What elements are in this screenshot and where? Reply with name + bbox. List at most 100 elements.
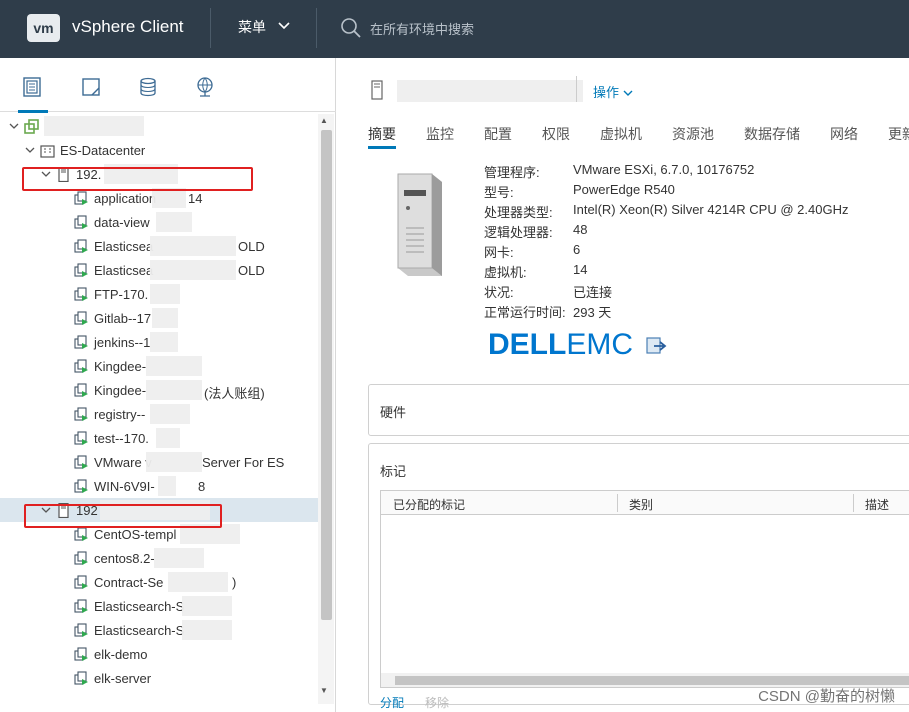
property-value: 已连接 <box>573 285 613 300</box>
property-key: 虚拟机: <box>484 265 527 280</box>
redaction-patch <box>44 116 144 136</box>
tree-item-datacenter[interactable]: ES-Datacenter <box>0 138 318 162</box>
redaction-patch <box>182 620 232 640</box>
column-divider[interactable] <box>617 494 618 512</box>
tree-item-label-suffix: ) <box>232 575 237 590</box>
chevron-down-icon[interactable] <box>24 144 36 156</box>
tree-item-label: Elasticsearch-S <box>94 599 185 614</box>
tree-item-label: jenkins--1 <box>94 335 151 350</box>
redaction-patch <box>152 188 186 208</box>
tree-item-vm[interactable]: Kingdee- (法人账组) <box>0 378 318 402</box>
search-icon[interactable] <box>340 17 362 42</box>
vm-powered-on-icon <box>74 215 89 230</box>
dell-emc-logo: DELLEMC <box>488 328 669 364</box>
tree-item-vm[interactable]: elk-demo <box>0 642 318 666</box>
host-icon <box>371 80 383 103</box>
redaction-patch <box>182 596 232 616</box>
tree-item-label: test--170. <box>94 431 149 446</box>
redaction-patch <box>156 212 192 232</box>
tree-item-label: WIN-6V9I- <box>94 479 155 494</box>
tree-item-label: FTP-170. <box>94 287 149 302</box>
tree-item-label: centos8.2- <box>94 551 155 566</box>
tree-item-vm[interactable]: centos8.2- <box>0 546 318 570</box>
tree-item-label: Elasticsea <box>94 263 154 278</box>
actions-label: 操作 <box>593 85 620 100</box>
navigator-panel: ES-Datacenter 192. application 14 data-view E… <box>0 58 336 712</box>
vmware-logo[interactable]: vm <box>27 14 60 42</box>
scroll-down-arrow-icon[interactable]: ▼ <box>320 686 328 695</box>
tab-7[interactable]: 网络 <box>830 124 858 144</box>
tree-item-label: Elasticsearch-S <box>94 623 185 638</box>
main-content: 操作 摘要 监控 配置 权限 虚拟机 资源池 数据存储 网络 更新 管理程序: VMware ES… <box>337 58 909 712</box>
property-value: 14 <box>573 262 588 277</box>
tree-item-label: CentOS-templ <box>94 527 177 542</box>
column-divider[interactable] <box>853 494 854 512</box>
chevron-down-icon[interactable] <box>8 120 20 132</box>
navigator-tabs <box>0 58 336 113</box>
redaction-patch <box>154 548 204 568</box>
tree-item-vm[interactable]: FTP-170. <box>0 282 318 306</box>
property-key: 处理器类型: <box>484 205 553 220</box>
storage-icon[interactable] <box>137 76 161 100</box>
hardware-panel[interactable]: 硬件 <box>368 384 909 436</box>
redaction-patch <box>150 332 178 352</box>
object-tabs: 摘要 监控 配置 权限 虚拟机 资源池 数据存储 网络 更新 <box>337 120 909 150</box>
column-category[interactable]: 类别 <box>629 496 653 513</box>
tab-3[interactable]: 权限 <box>542 124 570 144</box>
app-title[interactable]: vSphere Client <box>72 17 184 37</box>
tree-item-vm[interactable]: Contract-Se) <box>0 570 318 594</box>
redaction-patch <box>146 452 202 472</box>
networking-icon[interactable] <box>194 76 218 100</box>
tree-item-vm[interactable]: Elasticsea OLD <box>0 234 318 258</box>
menu-button[interactable]: 菜单 <box>238 17 290 37</box>
vm-powered-on-icon <box>74 407 89 422</box>
global-search-input[interactable]: 在所有环境中搜索 <box>370 19 474 38</box>
tree-item-vm[interactable]: jenkins--1 <box>0 330 318 354</box>
tab-0[interactable]: 摘要 <box>368 124 396 149</box>
tree-item-vm[interactable]: VMware v Server For ES <box>0 450 318 474</box>
property-value: 6 <box>573 242 581 257</box>
tree-item-vm[interactable]: data-view <box>0 210 318 234</box>
tree-item-vm[interactable]: WIN-6V9I- 8 <box>0 474 318 498</box>
vm-powered-on-icon <box>74 287 89 302</box>
tab-5[interactable]: 资源池 <box>672 124 714 144</box>
vm-powered-on-icon <box>74 335 89 350</box>
vm-powered-on-icon <box>74 263 89 278</box>
tree-item-vm[interactable]: Elasticsearch-S <box>0 594 318 618</box>
vm-powered-on-icon <box>74 431 89 446</box>
property-key: 逻辑处理器: <box>484 225 553 240</box>
tree-scrollbar-thumb[interactable] <box>321 130 332 620</box>
tree-item-vm[interactable]: elk-server <box>0 666 318 690</box>
vms-and-templates-icon[interactable] <box>80 76 104 100</box>
tab-4[interactable]: 虚拟机 <box>600 124 642 144</box>
export-icon[interactable] <box>645 330 669 364</box>
tree-item-vm[interactable]: registry-- <box>0 402 318 426</box>
column-description[interactable]: 描述 <box>865 496 889 513</box>
tab-1[interactable]: 监控 <box>426 124 454 144</box>
tree-item-label-suffix: Server For ES <box>202 455 285 470</box>
hardware-panel-title[interactable]: 硬件 <box>380 402 406 421</box>
tree-item-label-suffix: 8 <box>198 479 206 494</box>
actions-menu[interactable]: 操作 <box>593 82 633 101</box>
vm-powered-on-icon <box>74 623 89 638</box>
tree-item-label: ES-Datacenter <box>60 143 146 158</box>
grid-scrollbar-thumb[interactable] <box>395 676 909 685</box>
column-assigned-tag[interactable]: 已分配的标记 <box>393 496 465 513</box>
tree-item-vm[interactable]: Kingdee- <box>0 354 318 378</box>
tab-6[interactable]: 数据存储 <box>744 124 800 144</box>
tab-8[interactable]: 更新 <box>888 124 909 144</box>
tree-item-vm[interactable]: Elasticsea OLD <box>0 258 318 282</box>
property-key: 状况: <box>484 285 514 300</box>
scroll-up-arrow-icon[interactable]: ▲ <box>320 116 328 125</box>
redaction-patch <box>150 260 236 280</box>
tree-item-label: Elasticsea <box>94 239 154 254</box>
tree-item-vm[interactable]: test--170. <box>0 426 318 450</box>
redaction-patch <box>152 308 178 328</box>
hosts-and-clusters-icon[interactable] <box>18 76 48 113</box>
remove-tag-link[interactable]: 移除 <box>425 694 449 711</box>
tab-2[interactable]: 配置 <box>484 124 512 144</box>
tree-item-vm[interactable]: Elasticsearch-S <box>0 618 318 642</box>
assign-tag-link[interactable]: 分配 <box>380 694 404 711</box>
tree-item-vcenter[interactable] <box>0 114 318 138</box>
tree-item-vm[interactable]: Gitlab--17 <box>0 306 318 330</box>
